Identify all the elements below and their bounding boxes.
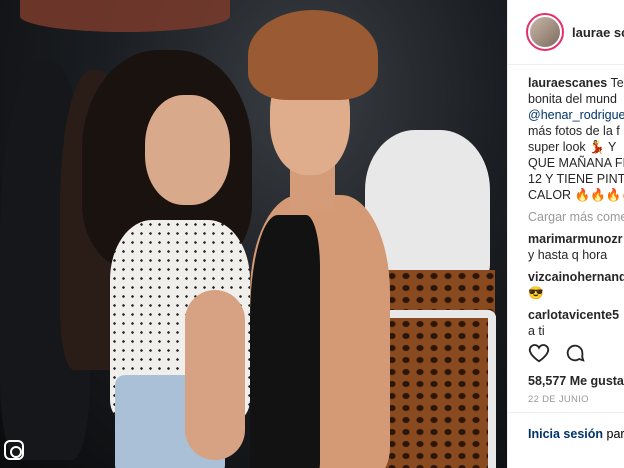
caption-line-5: super look 💃 Y [528, 140, 617, 154]
comment-text: a ti [528, 324, 545, 338]
instagram-post-window: laurae scanes lauraescanes Ten bonita de… [0, 0, 624, 468]
post-sidebar: laurae scanes lauraescanes Ten bonita de… [507, 0, 624, 468]
login-link[interactable]: Inicia sesión [528, 427, 603, 441]
post-date: 22 DE JUNIO [528, 394, 589, 405]
comment-text: y hasta q hora [528, 248, 608, 262]
right-woman-black-dress [250, 215, 320, 468]
post-header: laurae scanes [508, 0, 624, 65]
caption-line-7: 12 Y TIENE PINTA [528, 172, 624, 186]
caption-line-4: más fotos de la f [528, 124, 620, 138]
umbrella-shape [20, 0, 230, 32]
comment-user: carlotavicente5 [528, 308, 620, 322]
caption-line-1: lauraescanes Ten [528, 76, 624, 90]
comments-list: lauraescanes Ten bonita del mund @henar_… [508, 65, 624, 339]
caption-username[interactable]: lauraescanes [528, 76, 607, 90]
caption-line-6: QUE MAÑANA FII [528, 156, 624, 170]
header-username[interactable]: laurae scanes [572, 25, 624, 40]
left-woman-arm [185, 290, 245, 460]
right-woman-short-hair [248, 10, 378, 100]
caption-mention[interactable]: @henar_rodrigue [528, 107, 624, 123]
instagram-glyph-icon [4, 440, 24, 460]
caption-line-2: bonita del mund [528, 92, 617, 106]
heart-icon[interactable] [528, 342, 550, 364]
comment-icon[interactable] [564, 342, 586, 364]
load-more-comments-link[interactable]: Cargar más come [528, 209, 624, 225]
post-actions [528, 342, 586, 364]
likes-count[interactable]: 58,577 Me gusta [528, 374, 624, 388]
avatar[interactable] [526, 13, 564, 51]
caption-line-8: CALOR 🔥🔥🔥🔥 [528, 188, 624, 202]
comment-user: marimarmunozr [528, 232, 623, 246]
post-photo[interactable] [0, 0, 507, 468]
login-footer-text: para [606, 427, 624, 441]
left-woman-face [145, 95, 230, 205]
comment-user: vizcainohernand [528, 270, 624, 284]
login-footer: Inicia sesión para [508, 412, 624, 441]
comment-text: 😎 [528, 286, 544, 300]
